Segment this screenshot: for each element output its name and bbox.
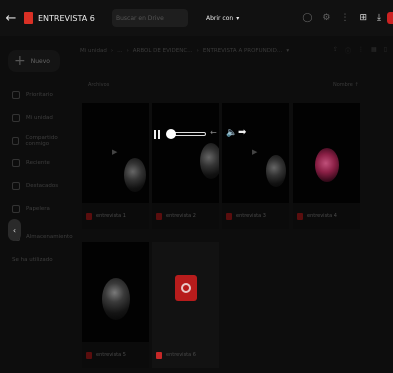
new-button[interactable]: + Nuevo [8,50,60,72]
search-input[interactable]: Buscar en Drive [112,9,188,27]
volume-icon[interactable]: 🔈 [226,128,237,138]
file-card[interactable]: entrevista 5 [82,242,149,368]
video-thumbnail [293,103,360,203]
play-icon: ▶ [252,148,258,156]
sidebar-item-starred[interactable]: Destacados [0,175,78,198]
file-card[interactable]: entrevista 4 [293,103,360,229]
file-name: entrevista 3 [236,213,266,219]
sidebar-item-recent[interactable]: Reciente [0,152,78,175]
file-name: entrevista 2 [166,213,196,219]
help-icon[interactable]: ◯ [302,13,312,23]
settings-icon[interactable]: ⚙ [322,13,330,23]
file-name: entrevista 5 [96,352,126,358]
sidebar-item-label: Reciente [26,160,50,167]
storage-usage-text: Se ha utilizado [0,249,78,272]
people-icon [12,136,20,145]
file-name: entrevista 6 [166,352,196,358]
forward-icon[interactable]: ➡ [238,127,246,138]
file-card[interactable]: entrevista 2 [152,103,219,229]
sidebar-item-label: Prioritario [26,92,53,99]
sidebar-item-label: Mi unidad [26,115,53,122]
sidebar: + Nuevo Prioritario Mi unidad Compartido… [0,36,78,373]
chevron-down-icon: ▾ [236,14,240,22]
clock-icon [12,159,20,168]
thumbnail-image [124,158,146,192]
breadcrumb-separator: › [126,48,129,54]
document-title: ENTREVISTA 6 [38,13,95,23]
file-name: entrevista 1 [96,213,126,219]
file-caption-selected[interactable]: entrevista 6 [152,342,219,368]
video-file-icon [86,212,92,220]
play-icon: ▶ [112,148,118,156]
thumbnail-image [315,148,339,182]
add-to-drive-icon[interactable]: ⊞ [359,13,367,23]
thumbnail-image [102,278,130,320]
breadcrumb-item[interactable]: ENTREVISTA A PROFUNDID… [203,48,282,54]
info-icon[interactable]: ⓘ [345,46,351,55]
video-file-icon [156,351,162,359]
video-file-icon [297,212,303,220]
breadcrumb-item[interactable]: … [117,48,123,54]
sidebar-item-label: Compartido conmigo [25,134,58,147]
star-icon [12,182,20,191]
video-file-icon [156,212,162,220]
pause-icon[interactable] [154,129,160,139]
file-type-icon [24,12,33,24]
file-card[interactable]: ▶ entrevista 3 [222,103,289,229]
drive-icon [12,114,20,123]
trash-icon [12,204,20,213]
storage-usage-label: Se ha utilizado [12,257,53,264]
video-thumbnail: ▶ [222,103,289,203]
breadcrumb-item[interactable]: ARBOL DE EVIDENC… [133,48,193,54]
video-thumbnail: ▶ [82,103,149,203]
chevron-down-icon[interactable]: ▾ [286,48,289,54]
section-label: Archivos [88,82,110,88]
collapse-sidebar-button[interactable]: ‹ [8,219,21,241]
sidebar-item-trash[interactable]: Papelera [0,197,78,220]
thumbnail-image [200,143,219,179]
video-file-icon [226,212,232,220]
video-thumbnail [152,103,219,203]
plus-icon: + [14,53,26,69]
chevron-left-icon: ‹ [12,225,17,235]
sidebar-item-label: Destacados [26,183,59,190]
apps-icon[interactable]: ⋮ [340,13,349,23]
details-icon[interactable]: ▯ [384,46,387,55]
breadcrumb-separator: › [196,48,199,54]
breadcrumb-separator: › [110,48,114,54]
breadcrumb: Mi unidad › … › ARBOL DE EVIDENC… › ENTR… [80,42,289,60]
rewind-icon[interactable]: ← [210,128,217,137]
sidebar-item-priority[interactable]: Prioritario [0,84,78,107]
sort-button[interactable]: Nombre ↑ [333,82,359,88]
open-with-button[interactable]: Abrir con ▾ [206,9,239,27]
progress-handle[interactable] [166,129,176,139]
check-icon [12,91,20,100]
sidebar-item-shared[interactable]: Compartido conmigo [0,129,78,152]
sidebar-item-label: Papelera [26,205,50,212]
grid-view-icon[interactable]: ▦ [371,46,377,55]
sidebar-item-my-drive[interactable]: Mi unidad [0,107,78,130]
breadcrumb-item[interactable]: Mi unidad [80,48,107,54]
share-icon[interactable]: ⇪ [333,46,338,55]
avatar[interactable] [387,12,393,24]
back-arrow-icon[interactable]: ← [0,11,22,26]
file-name: entrevista 4 [307,213,337,219]
video-thumbnail [82,242,149,342]
sidebar-item-label: Almacenamiento [26,234,73,241]
open-with-label: Abrir con [206,14,234,22]
new-button-label: Nuevo [30,57,50,65]
video-file-icon [175,275,197,301]
thumbnail-image [266,155,286,187]
media-player-controls: ← 🔈 ➡ [154,124,256,144]
more-icon[interactable]: ⋮ [358,46,364,55]
top-bar: ← ENTREVISTA 6 Buscar en Drive Abrir con… [0,0,393,36]
file-card[interactable]: ▶ entrevista 1 [82,103,149,229]
video-file-icon [86,351,92,359]
download-icon[interactable]: ⤓ [377,13,381,23]
